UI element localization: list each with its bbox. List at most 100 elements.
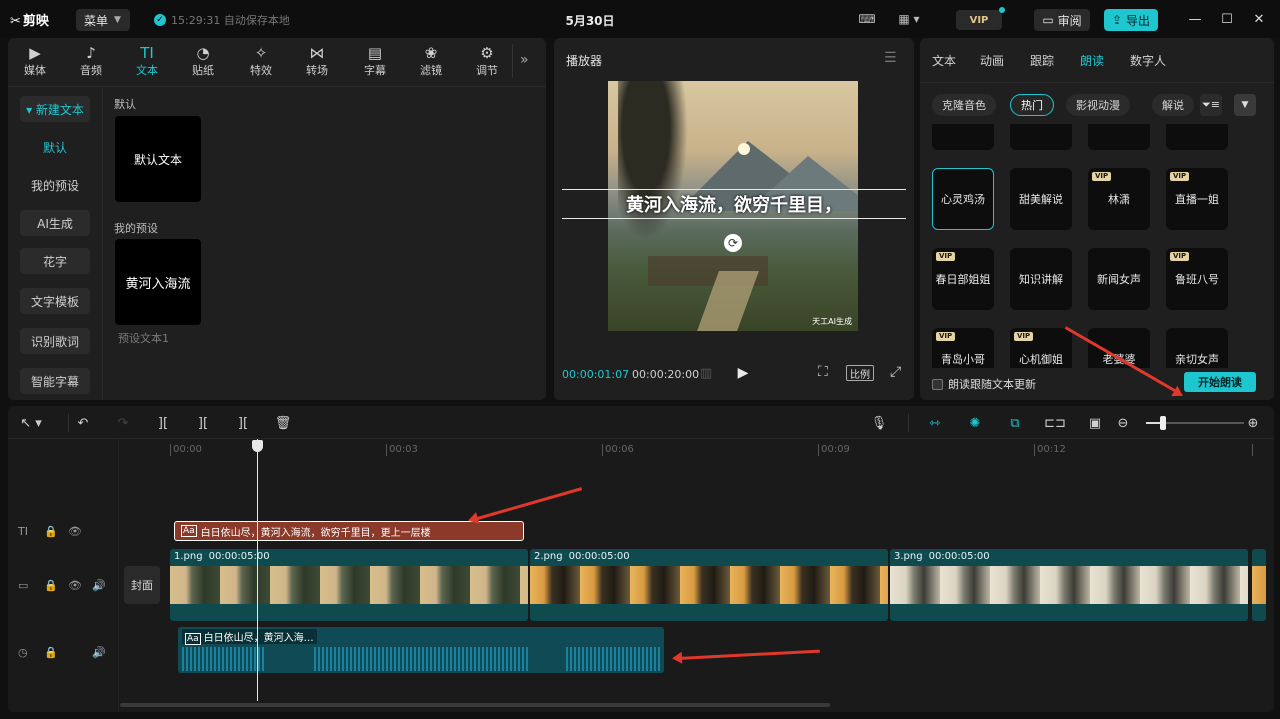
- default-section-label: 默认: [114, 98, 136, 111]
- voice-card-partial[interactable]: 明星: [932, 124, 994, 150]
- voice-card[interactable]: 亲切女声: [1166, 328, 1228, 368]
- cover-button[interactable]: 封面: [124, 566, 160, 604]
- tool-tab-adjust[interactable]: ⚙ 调节: [460, 42, 514, 80]
- keyboard-icon[interactable]: ⌨: [858, 11, 876, 26]
- lock-icon[interactable]: 🔒: [44, 525, 58, 538]
- preset-text-card[interactable]: 黄河入海流: [115, 239, 201, 325]
- trim-right-icon[interactable]: ][: [234, 414, 252, 432]
- start-read-button[interactable]: 开始朗读: [1184, 372, 1256, 392]
- maximize-icon[interactable]: ☐: [1218, 10, 1236, 28]
- export-button[interactable]: ⇪ 导出: [1104, 9, 1158, 31]
- notification-dot: [999, 7, 1005, 13]
- voice-card-partial[interactable]: 美小华: [1166, 124, 1228, 150]
- voice-card[interactable]: VIP 春日部姐姐: [932, 248, 994, 310]
- lock-icon[interactable]: 🔒: [44, 646, 58, 659]
- zoom-slider-handle[interactable]: [1160, 416, 1166, 430]
- tool-tab-transition[interactable]: ⋈ 转场: [290, 42, 344, 80]
- tool-tab-effects[interactable]: ✧ 特效: [234, 42, 288, 80]
- sidebar-item-5[interactable]: 文字模板: [20, 288, 90, 314]
- caption-box[interactable]: 黄河入海流，欲穷千里目，: [562, 189, 906, 219]
- eye-icon[interactable]: 👁: [68, 579, 82, 592]
- trim-left-icon[interactable]: ][: [194, 414, 212, 432]
- tool-tab-text[interactable]: TI 文本: [120, 42, 174, 80]
- zoom-in-icon[interactable]: ⊕: [1244, 414, 1262, 432]
- sidebar-item-7[interactable]: 智能字幕: [20, 368, 90, 394]
- voice-card[interactable]: VIP 林潇: [1088, 168, 1150, 230]
- linkage-icon[interactable]: ⧉: [1006, 414, 1024, 432]
- redo-icon[interactable]: ↷: [114, 414, 132, 432]
- tool-tab-media[interactable]: ▶ 媒体: [8, 42, 62, 80]
- video-clip-partial[interactable]: [1252, 549, 1266, 621]
- tool-tab-filter[interactable]: ❀ 滤镜: [404, 42, 458, 80]
- select-tool-icon[interactable]: ↖ ▾: [16, 414, 46, 432]
- tool-tab-audio[interactable]: ♪ 音频: [64, 42, 118, 80]
- voice-chip-2[interactable]: 影视动漫: [1066, 94, 1130, 116]
- tab-4[interactable]: 数字人: [1130, 52, 1166, 69]
- snap-icon[interactable]: ✺: [966, 414, 984, 432]
- more-tools-icon[interactable]: »: [520, 52, 529, 68]
- grid-icon[interactable]: ▥: [700, 366, 712, 381]
- tab-1[interactable]: 动画: [980, 52, 1004, 69]
- filter-icon[interactable]: ⏷≡: [1200, 94, 1222, 116]
- voice-chip-3[interactable]: 解说: [1152, 94, 1194, 116]
- voice-card[interactable]: 甜美解说: [1010, 168, 1072, 230]
- sidebar-item-6[interactable]: 识别歌词: [20, 328, 90, 354]
- play-icon[interactable]: ▶: [734, 364, 752, 382]
- checkbox[interactable]: [932, 378, 943, 390]
- voice-card[interactable]: VIP 心机御姐: [1010, 328, 1072, 368]
- sidebar-item-3[interactable]: AI生成: [20, 210, 90, 236]
- sidebar-item-1[interactable]: 默认: [20, 134, 90, 160]
- screen-icon[interactable]: ▣: [1086, 414, 1104, 432]
- voice-chip-0[interactable]: 克隆音色: [932, 94, 996, 116]
- fullscreen-icon[interactable]: ⤢: [890, 364, 901, 380]
- video-clip[interactable]: 1.png 00:00:05:00: [170, 549, 528, 621]
- sidebar-item-2[interactable]: 我的预设: [20, 172, 90, 198]
- tool-tab-subtitle[interactable]: ▤ 字幕: [348, 42, 402, 80]
- tab-0[interactable]: 文本: [932, 52, 956, 69]
- voice-card[interactable]: 心灵鸡汤: [932, 168, 994, 230]
- fit-screen-icon[interactable]: ⛶: [818, 364, 828, 380]
- zoom-out-icon[interactable]: ⊖: [1114, 414, 1132, 432]
- menu-button[interactable]: 菜单 ▼: [76, 9, 130, 31]
- delete-icon[interactable]: 🗑: [274, 414, 292, 432]
- voice-card[interactable]: VIP 直播一姐: [1166, 168, 1228, 230]
- voice-card[interactable]: VIP 青岛小哥: [932, 328, 994, 368]
- voice-card[interactable]: 知识讲解: [1010, 248, 1072, 310]
- voice-card-partial[interactable]: 抱怨男声: [1088, 124, 1150, 150]
- playhead-handle[interactable]: [252, 440, 263, 452]
- video-clip[interactable]: 3.png 00:00:05:00: [890, 549, 1248, 621]
- playhead[interactable]: [257, 439, 258, 701]
- voice-card[interactable]: 新闻女声: [1088, 248, 1150, 310]
- lock-icon[interactable]: 🔒: [44, 579, 58, 592]
- sidebar-item-0[interactable]: ▾ 新建文本: [20, 96, 90, 122]
- hamburger-menu-icon[interactable]: ☰: [884, 50, 897, 66]
- default-text-card[interactable]: 默认文本: [115, 116, 201, 202]
- vip-badge[interactable]: VIP: [956, 7, 1005, 30]
- layout-icon[interactable]: ▦ ▾: [894, 11, 924, 26]
- split-preview-icon[interactable]: ⊏⊐: [1044, 414, 1066, 432]
- speaker-icon[interactable]: 🔊: [92, 646, 106, 659]
- eye-icon[interactable]: 👁: [68, 525, 82, 538]
- chevron-down-icon[interactable]: ▼: [1234, 94, 1256, 116]
- voice-chip-1[interactable]: 热门: [1010, 94, 1054, 116]
- audio-clip[interactable]: Aa 白日依山尽，黄河入海…: [178, 627, 664, 673]
- review-button[interactable]: ▭ 审阅: [1034, 9, 1090, 31]
- magnet-link-icon[interactable]: ⇿: [926, 414, 944, 432]
- rotate-icon[interactable]: ⟳: [724, 234, 742, 252]
- tab-2[interactable]: 跟踪: [1030, 52, 1054, 69]
- voice-card[interactable]: VIP 鲁班八号: [1166, 248, 1228, 310]
- sidebar-item-4[interactable]: 花字: [20, 248, 90, 274]
- horizontal-scrollbar[interactable]: [120, 703, 830, 707]
- follow-text-checkbox[interactable]: 朗读跟随文本更新: [932, 376, 1036, 392]
- split-icon[interactable]: ][: [154, 414, 172, 432]
- video-clip[interactable]: 2.png 00:00:05:00: [530, 549, 888, 621]
- undo-icon[interactable]: ↶: [74, 414, 92, 432]
- voice-card-partial[interactable]: 促销男声: [1010, 124, 1072, 150]
- minimize-icon[interactable]: —: [1186, 10, 1204, 28]
- ratio-button[interactable]: 比例: [846, 365, 874, 381]
- speaker-icon[interactable]: 🔊: [92, 579, 106, 592]
- microphone-icon[interactable]: 🎙: [870, 414, 888, 432]
- tab-3[interactable]: 朗读: [1080, 52, 1104, 69]
- tool-tab-sticker[interactable]: ◔ 贴纸: [176, 42, 230, 80]
- close-icon[interactable]: ✕: [1250, 10, 1268, 28]
